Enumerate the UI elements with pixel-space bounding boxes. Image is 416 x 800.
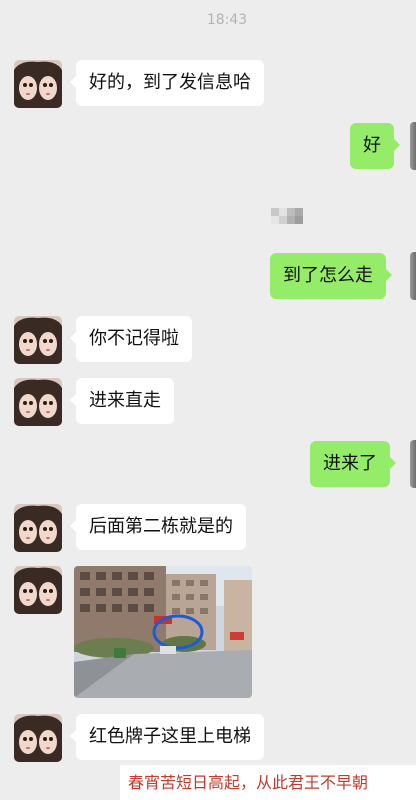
contact-avatar[interactable] — [14, 60, 62, 108]
self-avatar[interactable] — [410, 122, 416, 170]
message-bubble-incoming[interactable]: 红色牌子这里上电梯 — [70, 714, 264, 760]
watermark-text: 春宵苦短日高起，从此君王不早朝 — [120, 765, 416, 800]
contact-avatar[interactable] — [14, 504, 62, 552]
message-bubble-outgoing[interactable]: 到了怎么走 — [270, 253, 392, 299]
message-bubble-incoming[interactable]: 进来直走 — [70, 378, 174, 424]
contact-avatar[interactable] — [14, 714, 62, 762]
message-image[interactable] — [74, 566, 252, 698]
message-bubble-incoming[interactable]: 你不记得啦 — [70, 316, 192, 362]
chat-timestamp: 18:43 — [206, 12, 248, 28]
contact-avatar[interactable] — [14, 378, 62, 426]
contact-avatar[interactable] — [14, 566, 62, 614]
message-bubble-outgoing[interactable]: 好 — [350, 123, 400, 169]
message-bubble-incoming[interactable]: 后面第二栋就是的 — [70, 504, 246, 550]
pixelated-image-icon — [271, 208, 303, 224]
contact-avatar[interactable] — [14, 316, 62, 364]
message-bubble-outgoing[interactable]: 进来了 — [310, 441, 396, 487]
self-avatar[interactable] — [410, 252, 416, 300]
self-avatar[interactable] — [410, 440, 416, 488]
message-bubble-incoming[interactable]: 好的，到了发信息哈 — [70, 60, 264, 106]
